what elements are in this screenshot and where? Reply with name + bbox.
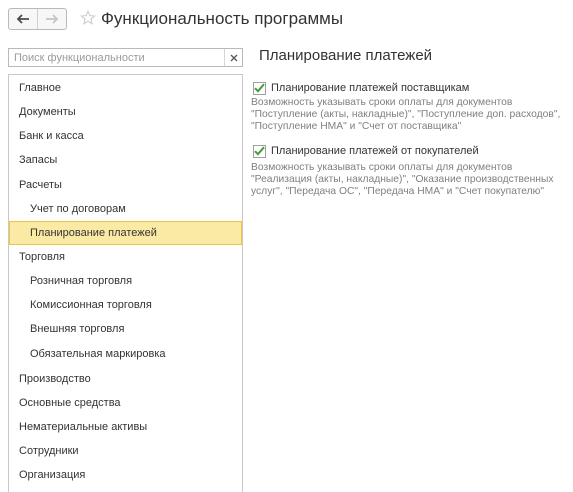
sidebar-item-dokumenty[interactable]: Документы (9, 100, 242, 124)
arrow-left-icon (16, 14, 30, 24)
sections-list: Главное Документы Банк и касса Запасы Ра… (8, 74, 243, 492)
supplier-payments-label[interactable]: Планирование платежей поставщикам (271, 82, 469, 94)
forward-button[interactable] (37, 9, 66, 29)
sidebar-item-organizaciya[interactable]: Организация (9, 463, 242, 487)
supplier-payments-description: Возможность указывать сроки оплаты для д… (251, 97, 561, 132)
customer-payments-label[interactable]: Планирование платежей от покупателей (271, 145, 479, 157)
sidebar-item-raschety[interactable]: Расчеты (9, 173, 242, 197)
sidebar-item-sotrudniki[interactable]: Сотрудники (9, 439, 242, 463)
search-clear-button[interactable] (224, 49, 242, 66)
checkmark-icon (254, 83, 265, 93)
star-icon (80, 10, 96, 25)
sidebar-item-obyazatelnaya-markirovka[interactable]: Обязательная маркировка (9, 342, 242, 366)
navigation-buttons (8, 8, 67, 30)
sidebar-item-bank-i-kassa[interactable]: Банк и касса (9, 124, 242, 148)
customer-payments-checkbox[interactable] (253, 144, 266, 158)
sidebar-item-torgovlya[interactable]: Торговля (9, 245, 242, 269)
sidebar-item-roznichnaya-torgovlya[interactable]: Розничная торговля (9, 269, 242, 293)
page-title: Функциональность программы (101, 9, 344, 28)
sidebar-item-zapasy[interactable]: Запасы (9, 148, 242, 172)
sidebar-item-vneshnyaya-torgovlya[interactable]: Внешняя торговля (9, 317, 242, 341)
sidebar-item-uchet-po-dogovoram[interactable]: Учет по договорам (9, 197, 242, 221)
sidebar-item-osnovnye-sredstva[interactable]: Основные средства (9, 391, 242, 415)
checkmark-icon (254, 146, 265, 156)
header: Функциональность программы (0, 0, 573, 40)
search-field (8, 48, 243, 67)
section-title: Планирование платежей (259, 47, 433, 64)
sidebar-item-nematerialnye-aktivy[interactable]: Нематериальные активы (9, 415, 242, 439)
sidebar-item-proizvodstvo[interactable]: Производство (9, 367, 242, 391)
search-input[interactable] (9, 49, 223, 66)
sidebar-item-glavnoe[interactable]: Главное (9, 76, 242, 100)
arrow-right-icon (46, 14, 59, 24)
back-button[interactable] (9, 9, 37, 29)
close-icon (230, 54, 237, 61)
sidebar-item-planirovanie-platezhei[interactable]: Планирование платежей (9, 221, 242, 245)
option-supplier-payments[interactable]: Планирование платежей поставщикам (253, 80, 469, 96)
customer-payments-description: Возможность указывать сроки оплаты для д… (251, 162, 554, 197)
favorite-button[interactable] (79, 8, 97, 28)
option-customer-payments[interactable]: Планирование платежей от покупателей (253, 143, 479, 159)
supplier-payments-checkbox[interactable] (253, 81, 266, 95)
sidebar-item-komissionnaya-torgovlya[interactable]: Комиссионная торговля (9, 293, 242, 317)
